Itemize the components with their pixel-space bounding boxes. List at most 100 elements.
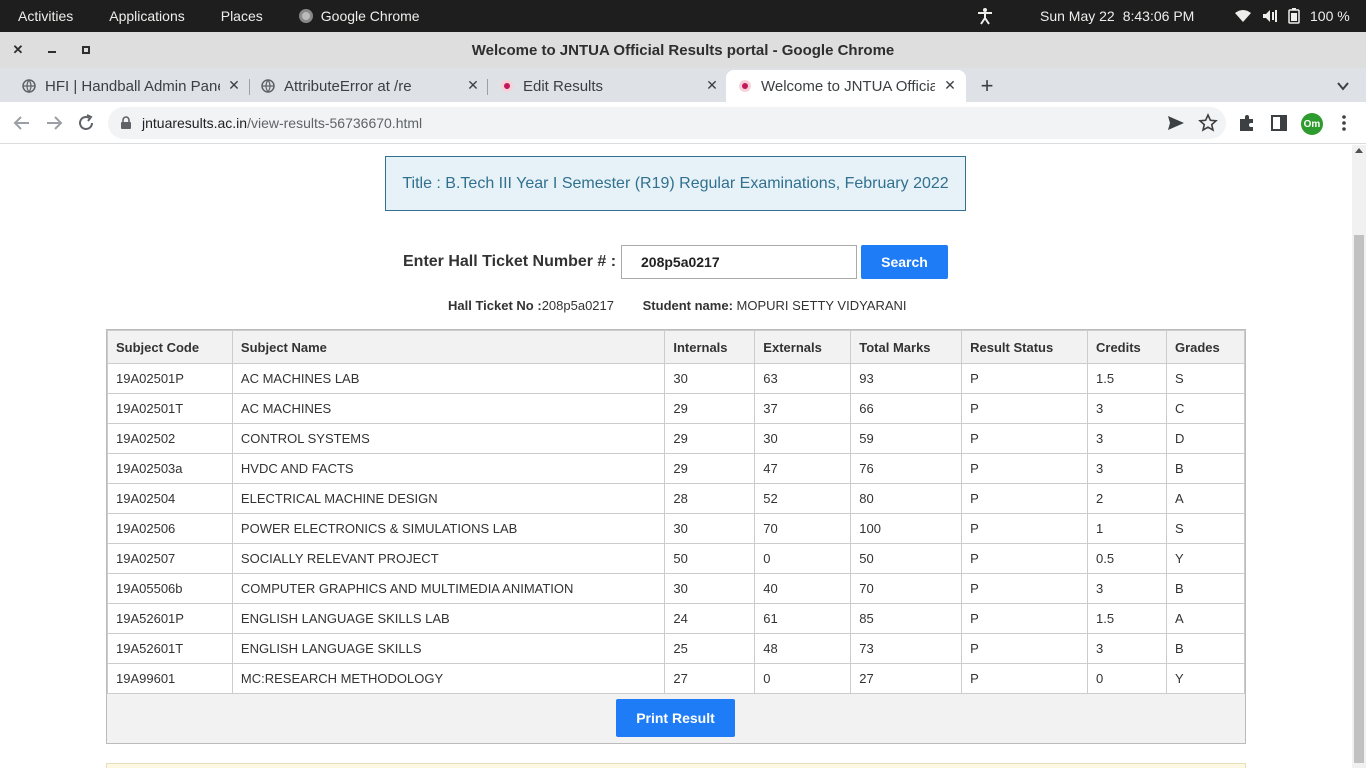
places-menu[interactable]: Places (203, 0, 281, 32)
table-header-row: Subject Code Subject Name Internals Exte… (107, 330, 1246, 364)
table-cell: B (1165, 573, 1246, 604)
table-cell: COMPUTER GRAPHICS AND MULTIMEDIA ANIMATI… (231, 573, 666, 604)
search-button[interactable]: Search (861, 245, 948, 279)
globe-icon (261, 79, 275, 93)
close-window-icon[interactable]: ✕ (8, 40, 28, 60)
forward-arrow-icon[interactable] (44, 113, 64, 133)
app-menu[interactable]: Google Chrome (281, 0, 438, 32)
tab-close-icon[interactable]: ✕ (942, 77, 958, 93)
volume-icon (1263, 10, 1277, 22)
table-cell: 29 (664, 453, 756, 484)
table-row: 19A99601 MC:RESEARCH METHODOLOGY 27 0 27 P 0 Y (107, 663, 1246, 694)
activities-button[interactable]: Activities (0, 0, 91, 32)
table-row: 19A05506b COMPUTER GRAPHICS AND MULTIMEDI… (107, 573, 1246, 604)
tab-close-icon[interactable]: ✕ (704, 77, 720, 93)
battery-percent: 100 % (1310, 8, 1350, 24)
table-cell: 19A05506b (107, 573, 233, 604)
table-cell: P (961, 663, 1088, 694)
table-cell: ELECTRICAL MACHINE DESIGN (231, 483, 666, 514)
table-cell: 63 (754, 363, 852, 394)
hall-ticket-input[interactable]: 208p5a0217 (621, 245, 857, 279)
exam-title: Title : B.Tech III Year I Semester (R19)… (402, 174, 949, 192)
table-cell: 19A02503a (107, 453, 233, 484)
side-panel-icon[interactable] (1269, 113, 1289, 133)
table-cell: 19A52601P (107, 603, 233, 634)
back-arrow-icon[interactable] (12, 113, 32, 133)
table-cell: 0 (1087, 663, 1167, 694)
reload-icon[interactable] (76, 113, 96, 133)
lock-icon[interactable] (120, 116, 132, 130)
tab-attribute-error[interactable]: AttributeError at /re ✕ (239, 70, 489, 102)
table-cell: P (961, 543, 1088, 574)
table-cell: 25 (664, 633, 756, 664)
table-cell: 30 (664, 513, 756, 544)
table-cell: 3 (1087, 453, 1167, 484)
column-header: Subject Code (107, 330, 233, 364)
table-cell: P (961, 453, 1088, 484)
table-cell: 66 (850, 393, 963, 424)
table-cell: 0.5 (1087, 543, 1167, 574)
tab-jntua-results[interactable]: Welcome to JNTUA Official Results portal… (726, 70, 966, 102)
table-cell: MC:RESEARCH METHODOLOGY (231, 663, 666, 694)
tab-edit-results[interactable]: Edit Results ✕ (478, 70, 728, 102)
column-header: Internals (664, 330, 756, 364)
table-cell: 3 (1087, 393, 1167, 424)
table-row: 19A02502 CONTROL SYSTEMS 29 30 59 P 3 D (107, 423, 1246, 454)
table-row: 19A02507 SOCIALLY RELEVANT PROJECT 50 0 50 P 0… (107, 543, 1246, 574)
site-favicon-icon (501, 80, 513, 92)
table-cell: B (1165, 453, 1246, 484)
bookmark-star-icon[interactable] (1198, 113, 1218, 133)
table-row: 19A02504 ELECTRICAL MACHINE DESIGN 28 52 80 P… (107, 483, 1246, 514)
extensions-puzzle-icon[interactable] (1237, 113, 1257, 133)
table-cell: 70 (850, 573, 963, 604)
tab-handball-admin[interactable]: HFI | Handball Admin Panel ✕ (0, 70, 250, 102)
table-cell: ENGLISH LANGUAGE SKILLS LAB (231, 603, 666, 634)
table-row: 19A02506 POWER ELECTRONICS & SIMULATIONS … (107, 513, 1246, 544)
table-cell: 85 (850, 603, 963, 634)
column-header: Credits (1087, 330, 1167, 364)
page-scrollbar[interactable] (1352, 145, 1366, 768)
accessibility-icon[interactable] (976, 7, 994, 25)
table-cell: 19A02501T (107, 393, 233, 424)
table-cell: P (961, 513, 1088, 544)
clock-date: Sun May 22 (1040, 8, 1115, 24)
url-text[interactable]: jntuaresults.ac.in/view-results-56736670… (142, 115, 422, 131)
table-cell: Y (1165, 663, 1246, 694)
send-tab-icon[interactable] (1166, 113, 1186, 133)
table-cell: 0 (754, 663, 852, 694)
status-tray[interactable]: 100 % (1234, 0, 1350, 32)
table-cell: 1.5 (1087, 603, 1167, 634)
kebab-menu-icon[interactable] (1334, 113, 1354, 133)
scroll-up-arrow-icon[interactable] (1355, 148, 1363, 153)
applications-menu[interactable]: Applications (91, 0, 203, 32)
table-cell: S (1165, 513, 1246, 544)
profile-avatar[interactable]: Om (1301, 113, 1323, 135)
minimize-window-icon[interactable] (42, 40, 62, 60)
scrollbar-thumb[interactable] (1354, 235, 1364, 763)
tab-label: HFI | Handball Admin Panel (45, 77, 220, 95)
page-viewport: Title : B.Tech III Year I Semester (R19)… (0, 145, 1352, 768)
new-tab-icon[interactable]: + (976, 73, 998, 98)
tab-search-chevron-icon[interactable] (1334, 77, 1352, 95)
battery-icon (1288, 8, 1300, 24)
table-cell: C (1165, 393, 1246, 424)
address-bar[interactable]: jntuaresults.ac.in/view-results-56736670… (108, 107, 1226, 139)
table-cell: D (1165, 423, 1246, 454)
table-cell: 50 (664, 543, 756, 574)
table-cell: P (961, 633, 1088, 664)
table-cell: P (961, 603, 1088, 634)
table-cell: 3 (1087, 573, 1167, 604)
app-menu-label: Google Chrome (320, 8, 420, 24)
table-cell: 24 (664, 603, 756, 634)
table-cell: 52 (754, 483, 852, 514)
print-result-button[interactable]: Print Result (616, 699, 735, 737)
window-title-bar[interactable]: ✕ Welcome to JNTUA Official Results port… (0, 32, 1366, 68)
clock[interactable]: Sun May 22 8:43:06 PM (1040, 0, 1194, 32)
column-header: Total Marks (850, 330, 963, 364)
window-title: Welcome to JNTUA Official Results portal… (471, 41, 895, 59)
column-header: Result Status (961, 330, 1088, 364)
table-cell: 29 (664, 393, 756, 424)
table-cell: 3 (1087, 633, 1167, 664)
student-name-label: Student name: (642, 298, 733, 313)
maximize-window-icon[interactable] (76, 40, 96, 60)
